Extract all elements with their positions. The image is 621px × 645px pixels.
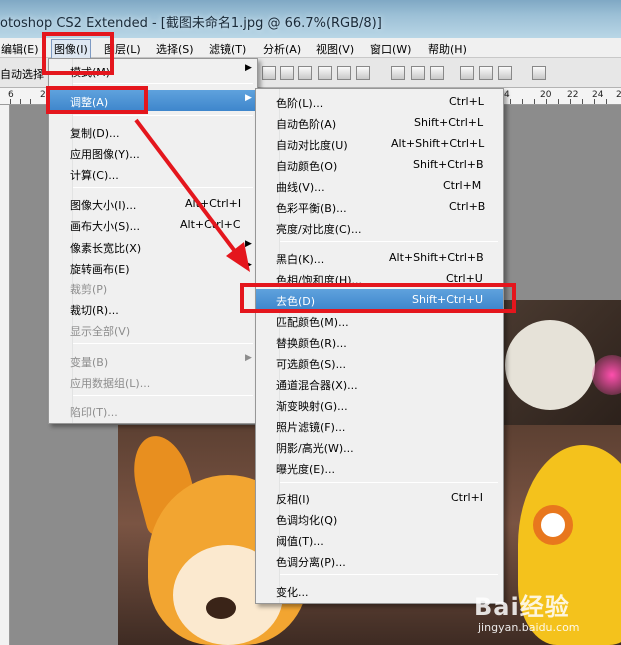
vertical-ruler xyxy=(0,105,10,645)
menu-window[interactable]: 窗口(W) xyxy=(370,41,411,57)
watermark-brand: Bai经验 xyxy=(474,593,570,621)
annotation-box-desaturate xyxy=(240,283,516,313)
ruler-tick xyxy=(546,99,547,104)
menu-item-equalize[interactable]: 色调均化(Q) xyxy=(256,508,503,529)
menu-item-exposure[interactable]: 曝光度(E)... xyxy=(256,457,503,478)
menu-item-variations[interactable]: 变化... xyxy=(256,580,503,601)
canvas-image-upper[interactable] xyxy=(500,300,621,425)
annotation-box-adjustments xyxy=(46,86,148,114)
ruler-number: 4 xyxy=(504,90,510,100)
menu-item-apply-data-set[interactable]: 应用数据组(L)... xyxy=(49,371,257,392)
watermark-url: jingyan.baidu.com xyxy=(478,621,580,634)
menu-item-duplicate[interactable]: 复制(D)... xyxy=(49,121,257,142)
ruler-number: 26 xyxy=(616,90,621,100)
menu-item-calculations[interactable]: 计算(C)... xyxy=(49,163,257,184)
menu-item-color-balance[interactable]: 色彩平衡(B)... Ctrl+B xyxy=(256,196,503,217)
baidu-watermark: Bai经验 jingyan.baidu.com xyxy=(474,587,580,634)
menu-item-brightness-contrast[interactable]: 亮度/对比度(C)... xyxy=(256,217,503,238)
menu-view[interactable]: 视图(V) xyxy=(316,41,354,57)
menu-item-crop[interactable]: 裁剪(P) xyxy=(49,277,257,298)
auto-align-icon[interactable] xyxy=(532,66,546,80)
ruler-tick xyxy=(10,99,11,104)
ruler-tick xyxy=(594,99,595,104)
menu-item-photo-filter[interactable]: 照片滤镜(F)... xyxy=(256,415,503,436)
distribute-right-icon[interactable] xyxy=(498,66,512,80)
menu-item-trim[interactable]: 裁切(R)... xyxy=(49,298,257,319)
menu-item-shadow-highlight[interactable]: 阴影/高光(W)... xyxy=(256,436,503,457)
submenu-arrow-icon: ▶ xyxy=(245,63,252,73)
ruler-tick xyxy=(558,99,559,104)
distribute-left-icon[interactable] xyxy=(460,66,474,80)
menu-item-posterize[interactable]: 色调分离(P)... xyxy=(256,550,503,571)
menu-item-variables[interactable]: 变量(B) ▶ xyxy=(49,350,257,371)
adjustments-submenu: 色阶(L)... Ctrl+L 自动色阶(A) Shift+Ctrl+L 自动对… xyxy=(255,88,504,604)
align-top-icon[interactable] xyxy=(262,66,276,80)
ruler-tick xyxy=(534,99,535,104)
menu-item-levels[interactable]: 色阶(L)... Ctrl+L xyxy=(256,91,503,112)
bear-character-illustration xyxy=(505,320,595,410)
align-right-icon[interactable] xyxy=(356,66,370,80)
menu-item-image-size[interactable]: 图像大小(I)... Alt+Ctrl+I xyxy=(49,193,257,214)
menu-help[interactable]: 帮助(H) xyxy=(428,41,467,57)
ruler-tick xyxy=(582,99,583,104)
submenu-arrow-icon: ▶ xyxy=(245,239,252,249)
distribute-vcenter-icon[interactable] xyxy=(411,66,425,80)
menu-item-invert[interactable]: 反相(I) Ctrl+I xyxy=(256,487,503,508)
menu-select[interactable]: 选择(S) xyxy=(156,41,194,57)
ruler-number: 2 xyxy=(40,90,46,100)
ruler-tick xyxy=(522,99,523,104)
distribute-top-icon[interactable] xyxy=(391,66,405,80)
penguin-goggle-illustration xyxy=(533,505,573,545)
submenu-arrow-icon: ▶ xyxy=(245,353,252,363)
menu-item-canvas-size[interactable]: 画布大小(S)... Alt+Ctrl+C xyxy=(49,214,257,235)
menu-filter[interactable]: 滤镜(T) xyxy=(209,41,246,57)
menu-item-trap[interactable]: 陷印(T)... xyxy=(49,400,257,421)
menu-item-replace-color[interactable]: 替换颜色(R)... xyxy=(256,331,503,352)
auto-select-label: 自动选择 xyxy=(0,68,44,81)
annotation-box-image-menu xyxy=(42,32,114,75)
ruler-tick xyxy=(30,99,31,104)
sparkle-illustration xyxy=(592,355,621,395)
fox-nose-illustration xyxy=(206,597,236,619)
menu-item-auto-contrast[interactable]: 自动对比度(U) Alt+Shift+Ctrl+L xyxy=(256,133,503,154)
menu-item-match-color[interactable]: 匹配颜色(M)... xyxy=(256,310,503,331)
align-left-icon[interactable] xyxy=(318,66,332,80)
ruler-tick xyxy=(510,99,511,104)
distribute-bottom-icon[interactable] xyxy=(430,66,444,80)
menu-item-threshold[interactable]: 阈值(T)... xyxy=(256,529,503,550)
menu-item-reveal-all[interactable]: 显示全部(V) xyxy=(49,319,257,340)
ruler-tick xyxy=(20,99,21,104)
align-bottom-icon[interactable] xyxy=(298,66,312,80)
submenu-arrow-icon: ▶ xyxy=(245,93,252,103)
align-vcenter-icon[interactable] xyxy=(280,66,294,80)
menu-analysis[interactable]: 分析(A) xyxy=(263,41,301,57)
menu-item-curves[interactable]: 曲线(V)... Ctrl+M xyxy=(256,175,503,196)
menu-item-auto-color[interactable]: 自动颜色(O) Shift+Ctrl+B xyxy=(256,154,503,175)
menu-item-channel-mixer[interactable]: 通道混合器(X)... xyxy=(256,373,503,394)
menu-item-auto-levels[interactable]: 自动色阶(A) Shift+Ctrl+L xyxy=(256,112,503,133)
menu-item-selective-color[interactable]: 可选颜色(S)... xyxy=(256,352,503,373)
align-hcenter-icon[interactable] xyxy=(337,66,351,80)
ruler-number: 22 xyxy=(567,90,579,100)
window-title: otoshop CS2 Extended - [截图未命名1.jpg @ 66.… xyxy=(0,16,382,31)
menu-item-gradient-map[interactable]: 渐变映射(G)... xyxy=(256,394,503,415)
ruler-tick xyxy=(570,99,571,104)
ruler-tick xyxy=(606,99,607,104)
distribute-hcenter-icon[interactable] xyxy=(479,66,493,80)
menu-edit[interactable]: 编辑(E) xyxy=(1,41,39,57)
menu-item-apply-image[interactable]: 应用图像(Y)... xyxy=(49,142,257,163)
menu-item-pixel-aspect-ratio[interactable]: 像素长宽比(X) ▶ xyxy=(49,236,257,257)
menu-item-black-white[interactable]: 黑白(K)... Alt+Shift+Ctrl+B xyxy=(256,247,503,268)
submenu-arrow-icon: ▶ xyxy=(245,260,252,270)
menu-item-rotate-canvas[interactable]: 旋转画布(E) ▶ xyxy=(49,257,257,278)
